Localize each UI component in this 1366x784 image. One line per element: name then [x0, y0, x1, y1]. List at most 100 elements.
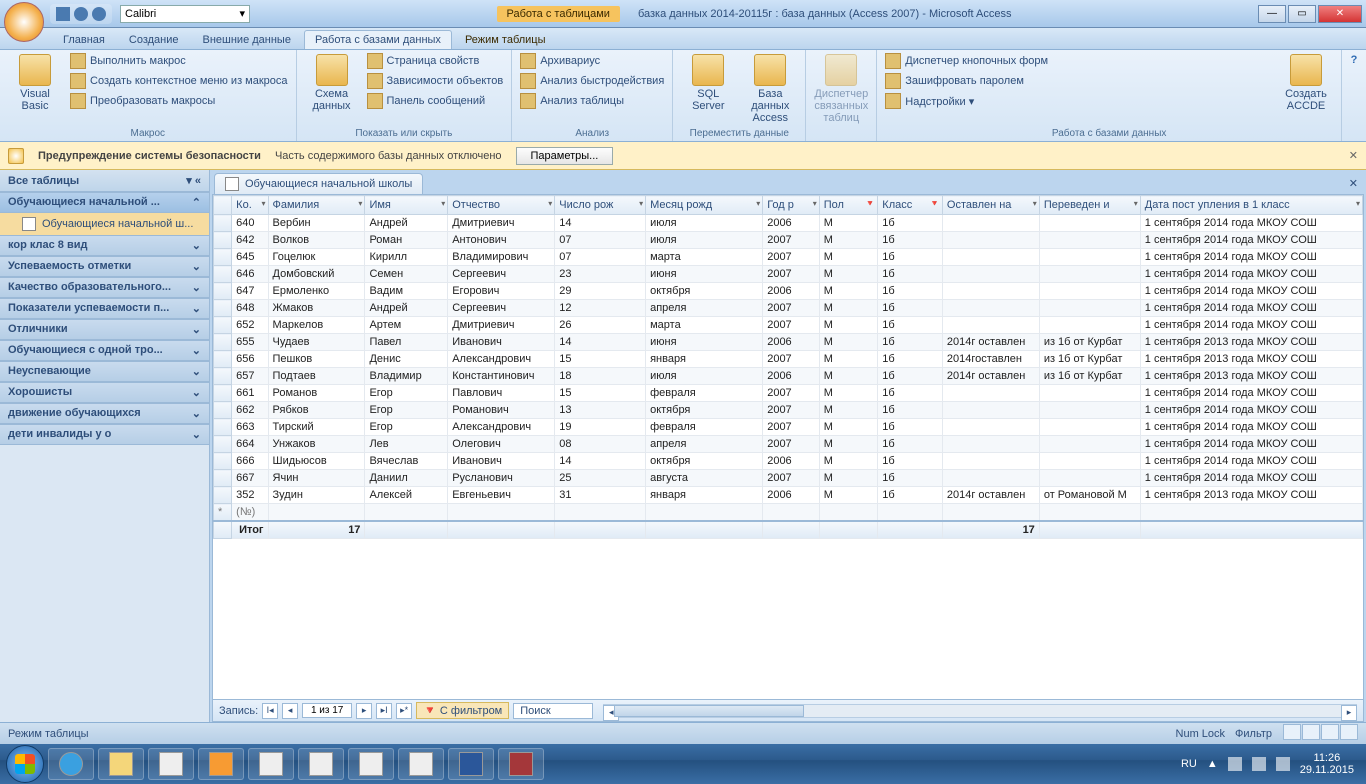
nav-group-header[interactable]: Хорошисты⌄ — [0, 382, 209, 403]
tray-clock[interactable]: 11:2629.11.2015 — [1300, 752, 1354, 776]
first-record-button[interactable]: I◂ — [262, 703, 278, 719]
ribbon-command[interactable]: Анализ таблицы — [518, 92, 666, 110]
column-header[interactable]: Ко.▾ — [232, 196, 268, 215]
taskbar-explorer[interactable] — [98, 748, 144, 780]
table-row[interactable]: 662РябковЕгорРоманович13октября2007М1б1 … — [214, 402, 1363, 419]
table-row[interactable]: 648ЖмаковАндрейСергеевич12апреля2007М1б1… — [214, 300, 1363, 317]
ribbon-tab[interactable]: Режим таблицы — [454, 30, 557, 49]
security-options-button[interactable]: Параметры... — [516, 147, 614, 165]
next-record-button[interactable]: ▸ — [356, 703, 372, 719]
column-header[interactable]: Год р▾ — [763, 196, 820, 215]
table-row[interactable]: 655ЧудаевПавелИванович14июня2006М1б2014г… — [214, 334, 1363, 351]
ribbon-command[interactable]: Зашифровать паролем — [883, 72, 1050, 90]
last-record-button[interactable]: ▸I — [376, 703, 392, 719]
taskbar-word[interactable] — [448, 748, 494, 780]
tray-lang[interactable]: RU — [1181, 758, 1197, 770]
column-header[interactable]: Пол🔻 — [819, 196, 878, 215]
ribbon-command[interactable]: Зависимости объектов — [365, 72, 506, 90]
taskbar-ie[interactable] — [48, 748, 94, 780]
office-button[interactable] — [4, 2, 44, 42]
taskbar-app3[interactable] — [248, 748, 294, 780]
taskbar-app5[interactable] — [348, 748, 394, 780]
ribbon-command[interactable]: Архивариус — [518, 52, 666, 70]
access-db-button[interactable]: База данных Access — [741, 52, 799, 126]
close-button[interactable]: ✕ — [1318, 5, 1362, 23]
taskbar-app6[interactable] — [398, 748, 444, 780]
nav-group-header[interactable]: Неуспевающие⌄ — [0, 361, 209, 382]
nav-group-header[interactable]: Показатели успеваемости п...⌄ — [0, 298, 209, 319]
maximize-button[interactable]: ▭ — [1288, 5, 1316, 23]
start-button[interactable] — [6, 745, 44, 783]
save-icon[interactable] — [56, 7, 70, 21]
create-accde-button[interactable]: Создать ACCDE — [1277, 52, 1335, 114]
nav-group-header[interactable]: движение обучающихся⌄ — [0, 403, 209, 424]
table-row[interactable]: 642ВолковРоманАнтонович07июля2007М1б1 се… — [214, 232, 1363, 249]
column-header[interactable]: Фамилия▾ — [268, 196, 365, 215]
undo-icon[interactable] — [74, 7, 88, 21]
nav-group-header[interactable]: дети инвалиды у о⌄ — [0, 424, 209, 445]
sql-server-button[interactable]: SQL Server — [679, 52, 737, 114]
table-row[interactable]: 652МаркеловАртемДмитриевич26марта2007М1б… — [214, 317, 1363, 334]
table-row[interactable]: 352ЗудинАлексейЕвгеньевич31января2006М1б… — [214, 487, 1363, 504]
nav-group-header[interactable]: Обучающиеся с одной тро...⌄ — [0, 340, 209, 361]
nav-group-header[interactable]: Успеваемость отметки⌄ — [0, 256, 209, 277]
search-box[interactable]: Поиск — [513, 703, 593, 719]
table-row[interactable]: 661РомановЕгорПавлович15февраля2007М1б1 … — [214, 385, 1363, 402]
chevron-left-icon[interactable]: ▾ « — [186, 174, 201, 187]
relationships-button[interactable]: Схема данных — [303, 52, 361, 114]
table-row[interactable]: 666ШидьюсовВячеславИванович14октября2006… — [214, 453, 1363, 470]
datasheet[interactable]: Ко.▾Фамилия▾Имя▾Отчество▾Число рож▾Месяц… — [212, 194, 1364, 722]
new-record-button[interactable]: ▸* — [396, 703, 412, 719]
tray-icon[interactable] — [1252, 757, 1266, 771]
column-header[interactable]: Отчество▾ — [448, 196, 555, 215]
visual-basic-button[interactable]: Visual Basic — [6, 52, 64, 114]
ribbon-tab[interactable]: Главная — [52, 30, 116, 49]
help-icon[interactable]: ? — [1351, 54, 1358, 66]
table-row[interactable]: 663ТирскийЕгорАлександрович19февраля2007… — [214, 419, 1363, 436]
column-header[interactable]: Переведен и▾ — [1039, 196, 1140, 215]
table-row[interactable]: 645ГоцелюкКириллВладимирович07марта2007М… — [214, 249, 1363, 266]
ribbon-command[interactable]: Анализ быстродействия — [518, 72, 666, 90]
table-row[interactable]: 647ЕрмоленкоВадимЕгорович29октября2006М1… — [214, 283, 1363, 300]
tray-volume-icon[interactable] — [1276, 757, 1290, 771]
ribbon-command[interactable]: Надстройки ▾ — [883, 92, 1050, 110]
font-selector[interactable]: Calibri ▾ — [120, 5, 250, 23]
column-header[interactable]: Дата пост упления в 1 класс▾ — [1140, 196, 1362, 215]
column-header[interactable]: Месяц рожд▾ — [646, 196, 763, 215]
ribbon-command[interactable]: Преобразовать макросы — [68, 92, 290, 110]
tray-flag-icon[interactable]: ▲ — [1207, 758, 1218, 770]
horizontal-scrollbar[interactable]: ◂▸ — [603, 704, 1357, 718]
nav-group-header[interactable]: Качество образовательного...⌄ — [0, 277, 209, 298]
record-position-input[interactable] — [302, 703, 352, 718]
ribbon-tab[interactable]: Создание — [118, 30, 190, 49]
taskbar-app4[interactable] — [298, 748, 344, 780]
nav-group-header[interactable]: Обучающиеся начальной ...⌃ — [0, 192, 209, 213]
filter-indicator[interactable]: 🔻 С фильтром — [416, 702, 509, 719]
column-header[interactable]: Оставлен на▾ — [942, 196, 1039, 215]
tray-icon[interactable] — [1228, 757, 1242, 771]
table-row[interactable]: 640ВербинАндрейДмитриевич14июля2006М1б1 … — [214, 215, 1363, 232]
column-header[interactable] — [214, 196, 232, 215]
table-row[interactable]: 667ЯчинДаниилРусланович25августа2007М1б1… — [214, 470, 1363, 487]
nav-header[interactable]: Все таблицы ▾ « — [0, 170, 209, 192]
taskbar-app1[interactable] — [148, 748, 194, 780]
prev-record-button[interactable]: ◂ — [282, 703, 298, 719]
ribbon-command[interactable]: Создать контекстное меню из макроса — [68, 72, 290, 90]
column-header[interactable]: Имя▾ — [365, 196, 448, 215]
table-row[interactable]: 646ДомбовскийСеменСергеевич23июня2007М1б… — [214, 266, 1363, 283]
ribbon-command[interactable]: Панель сообщений — [365, 92, 506, 110]
taskbar-app2[interactable] — [198, 748, 244, 780]
new-row[interactable]: *(№) — [214, 504, 1363, 522]
table-row[interactable]: 664УнжаковЛевОлегович08апреля2007М1б1 се… — [214, 436, 1363, 453]
ribbon-command[interactable]: Страница свойств — [365, 52, 506, 70]
document-tab[interactable]: Обучающиеся начальной школы — [214, 173, 423, 194]
ribbon-tab[interactable]: Работа с базами данных — [304, 30, 452, 49]
redo-icon[interactable] — [92, 7, 106, 21]
document-close-button[interactable]: ✕ — [1341, 173, 1366, 194]
taskbar-access[interactable] — [498, 748, 544, 780]
ribbon-command[interactable]: Диспетчер кнопочных форм — [883, 52, 1050, 70]
column-header[interactable]: Класс🔻 — [878, 196, 943, 215]
column-header[interactable]: Число рож▾ — [555, 196, 646, 215]
nav-item[interactable]: Обучающиеся начальной ш... — [0, 213, 209, 235]
minimize-button[interactable]: — — [1258, 5, 1286, 23]
